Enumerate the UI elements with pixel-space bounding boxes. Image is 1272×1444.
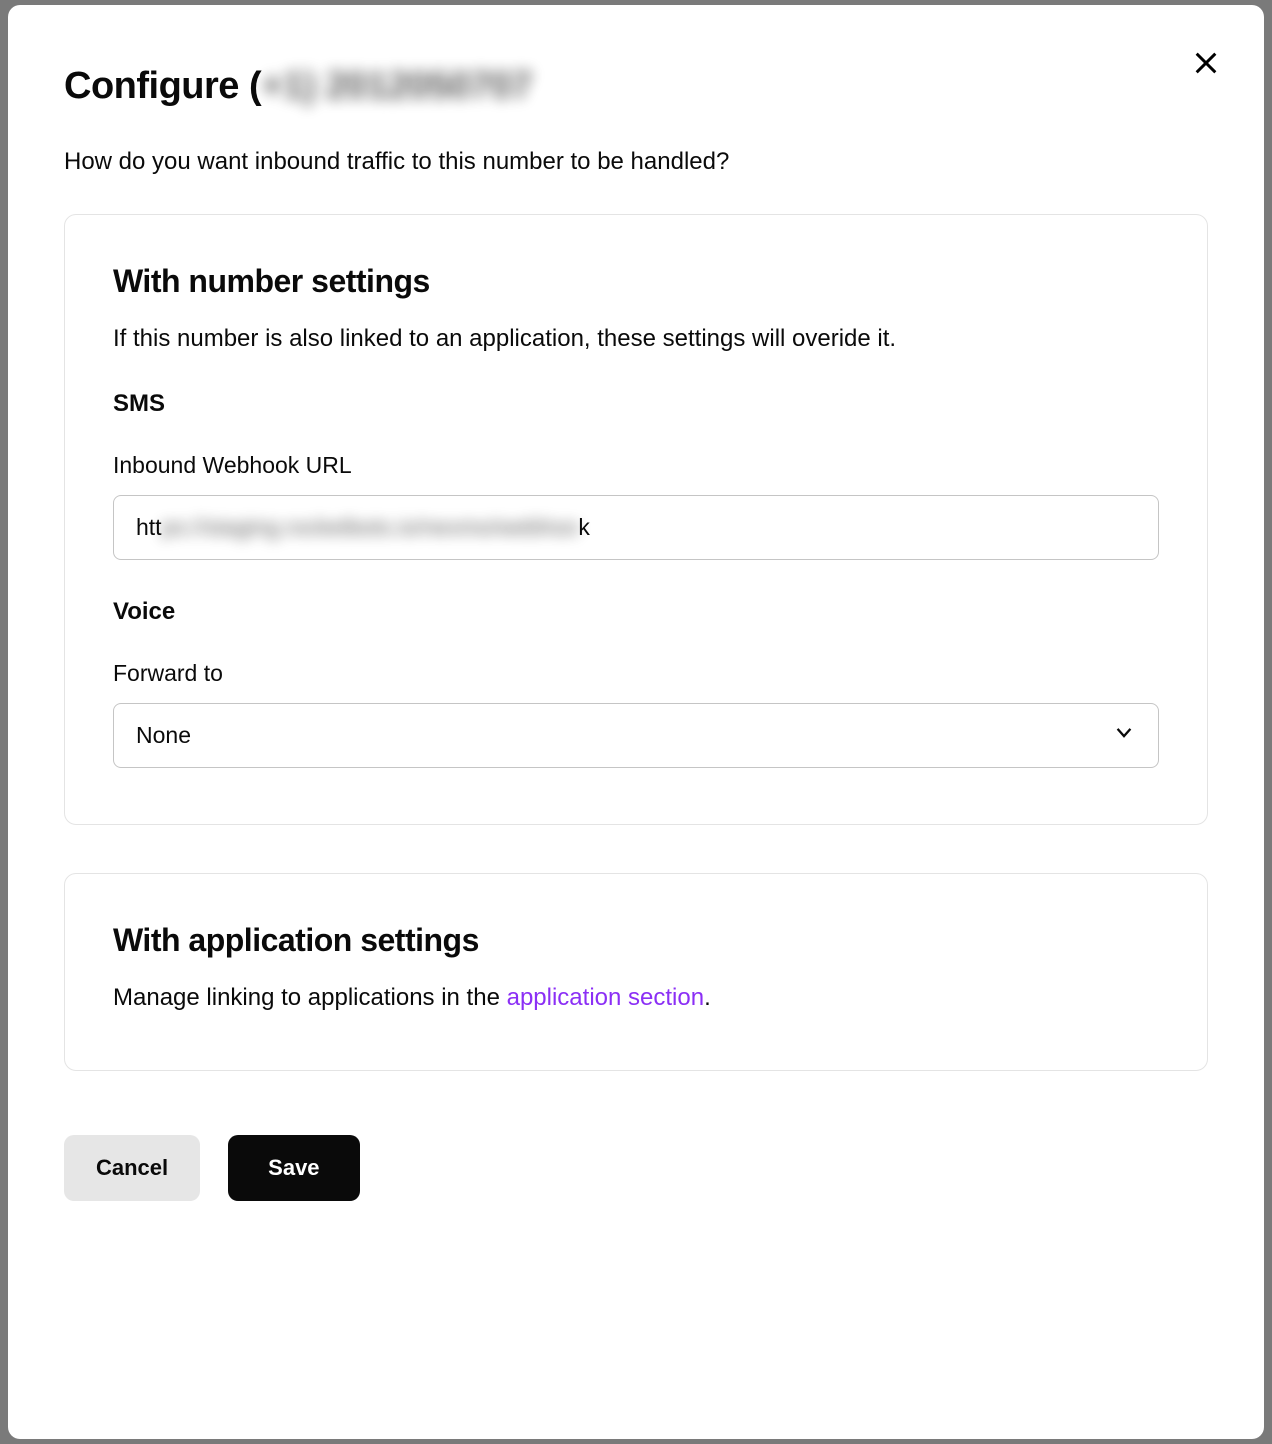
title-prefix: Configure ( (64, 65, 261, 107)
forward-to-select-wrap: None (113, 703, 1159, 768)
application-section-link[interactable]: application section (507, 984, 704, 1011)
app-desc-prefix: Manage linking to applications in the (113, 984, 507, 1011)
sms-section-label: SMS (113, 390, 1159, 418)
inbound-webhook-input[interactable]: https://staging.rocketbots.io/nexmo/webh… (113, 495, 1159, 560)
application-settings-title: With application settings (113, 922, 1159, 959)
modal-subtitle: How do you want inbound traffic to this … (64, 148, 1208, 176)
number-settings-desc: If this number is also linked to an appl… (113, 322, 1159, 356)
forward-to-label: Forward to (113, 660, 1159, 687)
voice-section-label: Voice (113, 598, 1159, 626)
forward-to-value: None (136, 722, 191, 748)
app-desc-suffix: . (704, 984, 711, 1011)
configure-number-modal: Configure (+1) 2012050707 How do you wan… (8, 5, 1264, 1439)
title-redacted-number: +1) 2012050707 (261, 65, 532, 108)
application-settings-desc: Manage linking to applications in the ap… (113, 981, 1159, 1015)
close-button[interactable] (1186, 43, 1226, 83)
forward-to-select[interactable]: None (113, 703, 1159, 768)
footer-actions: Cancel Save (64, 1135, 1208, 1201)
number-settings-card: With number settings If this number is a… (64, 214, 1208, 825)
webhook-value-redacted: ps://staging.rocketbots.io/nexmo/webhoo (162, 514, 579, 541)
close-icon (1192, 49, 1220, 77)
application-settings-card: With application settings Manage linking… (64, 873, 1208, 1072)
save-button[interactable]: Save (228, 1135, 359, 1201)
inbound-webhook-label: Inbound Webhook URL (113, 452, 1159, 479)
cancel-button[interactable]: Cancel (64, 1135, 200, 1201)
webhook-value-prefix: htt (136, 514, 162, 541)
modal-title: Configure (+1) 2012050707 (64, 65, 1208, 108)
webhook-value-suffix: k (578, 514, 590, 541)
number-settings-title: With number settings (113, 263, 1159, 300)
